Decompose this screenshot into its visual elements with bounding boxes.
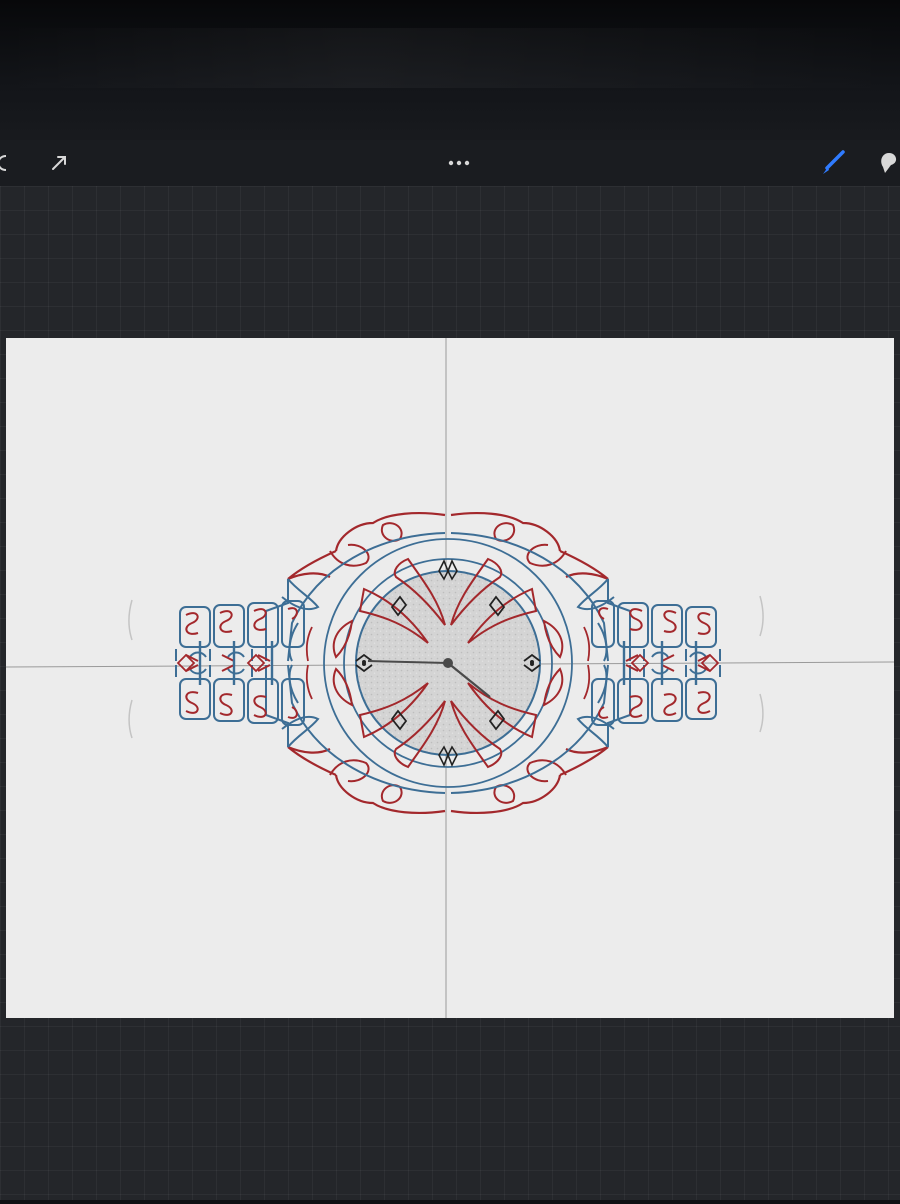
hand-pivot xyxy=(443,658,453,668)
drawing-canvas[interactable] xyxy=(0,0,900,1200)
